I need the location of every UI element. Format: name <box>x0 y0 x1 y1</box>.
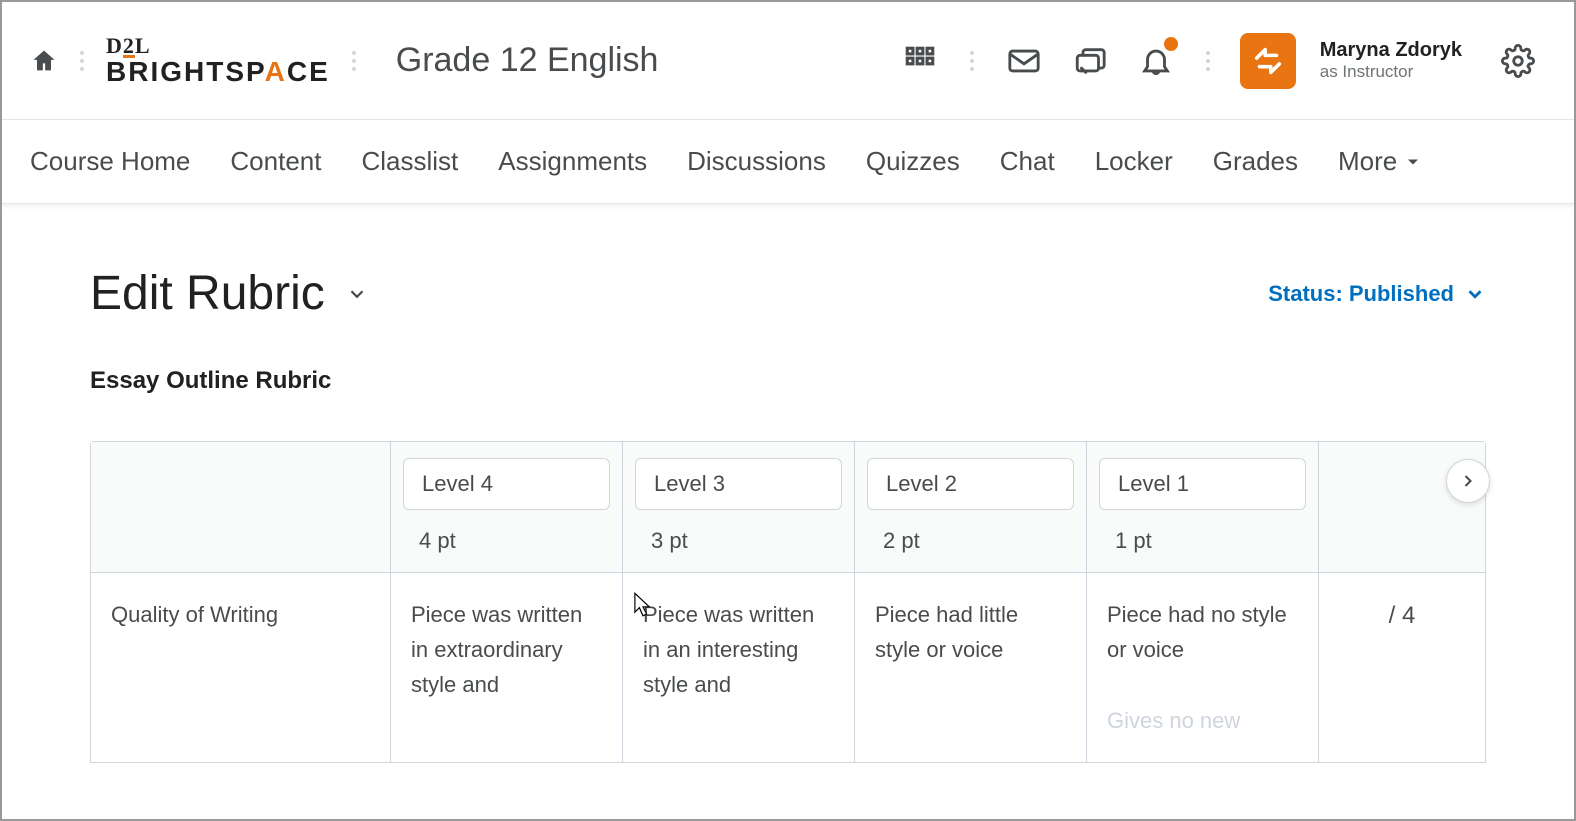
subscriptions-icon[interactable] <box>1062 33 1118 89</box>
level-name-input[interactable] <box>867 458 1074 510</box>
notification-badge <box>1164 37 1178 51</box>
page-title-dropdown[interactable] <box>343 280 371 308</box>
rubric-criteria-header <box>91 442 391 573</box>
user-role: as Instructor <box>1320 62 1462 82</box>
settings-icon[interactable] <box>1490 33 1546 89</box>
level-points: 2 pt <box>883 528 1074 554</box>
nav-locker[interactable]: Locker <box>1095 146 1173 177</box>
divider-dots <box>970 51 974 71</box>
level-name-input[interactable] <box>403 458 610 510</box>
messages-icon[interactable] <box>996 33 1052 89</box>
rubric-table: 4 pt 3 pt 2 pt 1 pt Quality of Writing P… <box>90 441 1486 763</box>
rubric-level-header: 2 pt <box>855 442 1087 573</box>
rubric-name: Essay Outline Rubric <box>90 367 1486 395</box>
criterion-level-cell[interactable]: Piece was written in an interesting styl… <box>623 573 855 762</box>
course-nav: Course Home Content Classlist Assignment… <box>2 120 1574 204</box>
criterion-level-cell[interactable]: Piece was written in extraordinary style… <box>391 573 623 762</box>
chevron-right-icon <box>1458 471 1478 491</box>
rubric-level-header: 4 pt <box>391 442 623 573</box>
scroll-right-button[interactable] <box>1446 459 1490 503</box>
chevron-down-icon <box>1464 283 1486 305</box>
chevron-down-icon <box>346 283 368 305</box>
level-points: 4 pt <box>419 528 610 554</box>
nav-course-home[interactable]: Course Home <box>30 146 190 177</box>
nav-grades[interactable]: Grades <box>1213 146 1298 177</box>
rubric-level-header: 1 pt <box>1087 442 1319 573</box>
page-title: Edit Rubric <box>90 266 325 321</box>
divider-dots <box>80 51 84 71</box>
status-label: Status: Published <box>1268 281 1454 307</box>
divider-dots <box>352 51 356 71</box>
criterion-level-cell[interactable]: Piece had no style or voice Gives no new <box>1087 573 1319 762</box>
nav-more[interactable]: More <box>1338 146 1423 177</box>
nav-more-label: More <box>1338 146 1397 177</box>
criterion-name-cell[interactable]: Quality of Writing <box>91 573 391 762</box>
level-name-input[interactable] <box>635 458 842 510</box>
criterion-score-cell[interactable]: / 4 <box>1319 573 1485 762</box>
nav-classlist[interactable]: Classlist <box>361 146 458 177</box>
role-switch-button[interactable] <box>1240 33 1296 89</box>
home-icon[interactable] <box>30 47 58 75</box>
status-dropdown[interactable]: Status: Published <box>1268 281 1486 307</box>
brightspace-logo[interactable]: D2L BRIGHTSPACE <box>106 35 330 87</box>
chevron-down-icon <box>1403 152 1423 172</box>
criterion-level-cell[interactable]: Piece had little style or voice <box>855 573 1087 762</box>
topbar: D2L BRIGHTSPACE Grade 12 English Maryna … <box>2 2 1574 120</box>
nav-quizzes[interactable]: Quizzes <box>866 146 960 177</box>
level-name-input[interactable] <box>1099 458 1306 510</box>
rubric-level-header: 3 pt <box>623 442 855 573</box>
user-menu[interactable]: Maryna Zdoryk as Instructor <box>1320 39 1462 82</box>
nav-discussions[interactable]: Discussions <box>687 146 826 177</box>
notifications-icon[interactable] <box>1128 33 1184 89</box>
user-name: Maryna Zdoryk <box>1320 39 1462 62</box>
logo-d2l: D2L <box>106 35 330 59</box>
main-content: Edit Rubric Status: Published Essay Outl… <box>2 210 1574 763</box>
page-title-wrap: Edit Rubric <box>90 266 371 321</box>
divider-dots <box>1206 51 1210 71</box>
criterion-name: Quality of Writing <box>111 602 278 627</box>
nav-content[interactable]: Content <box>230 146 321 177</box>
logo-brightspace: BRIGHTSPACE <box>106 58 330 86</box>
level-points: 3 pt <box>651 528 842 554</box>
level-points: 1 pt <box>1115 528 1306 554</box>
nav-chat[interactable]: Chat <box>1000 146 1055 177</box>
nav-assignments[interactable]: Assignments <box>498 146 647 177</box>
app-switcher-icon[interactable] <box>892 33 948 89</box>
course-title[interactable]: Grade 12 English <box>396 41 659 80</box>
